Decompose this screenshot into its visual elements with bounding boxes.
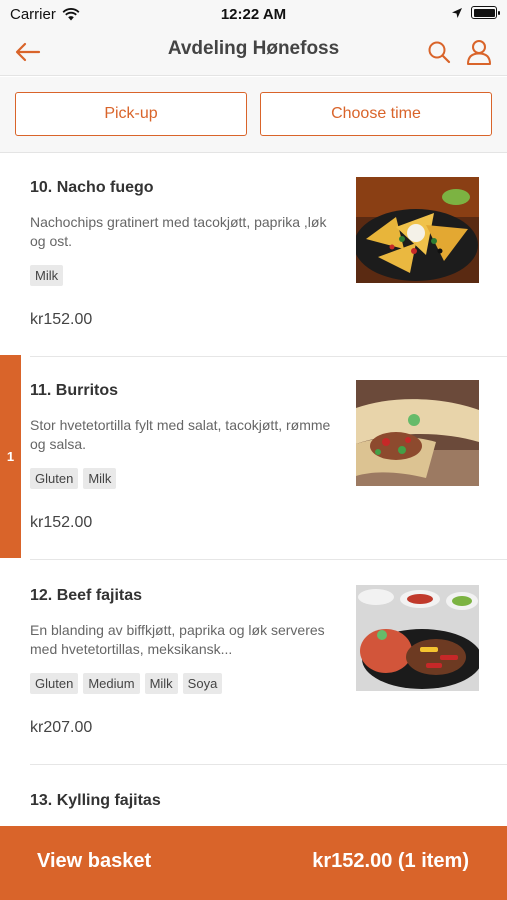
item-tags: Gluten Milk xyxy=(30,468,117,489)
menu-item[interactable]: 13. Kylling fajitas xyxy=(0,766,507,826)
allergen-tag: Gluten xyxy=(30,673,79,694)
item-title: 10. Nacho fuego xyxy=(30,179,154,196)
user-icon xyxy=(467,40,491,65)
item-description: Nachochips gratinert med tacokjøtt, papr… xyxy=(30,214,327,249)
menu-item[interactable]: 10. Nacho fuego Nachochips gratinert med… xyxy=(0,153,507,357)
allergen-tag: Milk xyxy=(83,468,117,489)
item-title: 13. Kylling fajitas xyxy=(30,792,161,809)
item-title: 12. Beef fajitas xyxy=(30,587,143,604)
item-tags: Gluten Medium Milk Soya xyxy=(30,673,223,694)
allergen-tag: Soya xyxy=(182,673,223,694)
nacho-dish-image xyxy=(356,177,479,283)
choose-time-button[interactable]: Choose time xyxy=(260,92,492,136)
item-description: Stor hvetetortilla fylt med salat, tacok… xyxy=(30,417,331,452)
allergen-tag: Milk xyxy=(30,265,64,286)
basket-total: kr152.00 (1 item) xyxy=(312,850,469,872)
burrito-dish-image xyxy=(356,380,479,486)
item-description: En blanding av biffkjøtt, paprika og løk… xyxy=(30,622,325,657)
menu-item[interactable]: 11. Burritos Stor hvetetortilla fylt med… xyxy=(0,356,507,560)
battery-icon xyxy=(471,6,500,19)
pickup-button[interactable]: Pick-up xyxy=(15,92,247,136)
location-arrow-icon xyxy=(452,7,462,18)
allergen-tag: Gluten xyxy=(30,468,79,489)
allergen-tag: Milk xyxy=(144,673,178,694)
view-basket-label: View basket xyxy=(37,850,152,872)
back-arrow-icon xyxy=(15,42,41,62)
item-price: kr152.00 xyxy=(30,311,93,328)
account-button[interactable] xyxy=(463,36,495,68)
divider xyxy=(30,559,507,560)
item-title: 11. Burritos xyxy=(30,382,119,399)
quantity-badge: 1 xyxy=(0,355,21,558)
item-price: kr152.00 xyxy=(30,514,93,531)
menu-item[interactable]: 12. Beef fajitas En blanding av biffkjøt… xyxy=(0,561,507,765)
divider xyxy=(30,764,507,765)
status-bar: Carrier 12:22 AM xyxy=(0,0,507,28)
back-button[interactable] xyxy=(12,36,44,68)
status-time: 12:22 AM xyxy=(220,6,287,23)
search-icon xyxy=(428,41,451,64)
spice-level-tag: Medium xyxy=(83,673,140,694)
search-button[interactable] xyxy=(423,36,455,68)
fajitas-dish-image xyxy=(356,585,479,691)
order-mode-bar: Pick-up Choose time xyxy=(0,77,507,153)
item-price: kr207.00 xyxy=(30,719,93,736)
item-tags: Milk xyxy=(30,265,64,286)
status-indicators xyxy=(451,6,500,19)
view-basket-bar[interactable]: View basket kr152.00 (1 item) xyxy=(0,826,507,900)
nav-bar: Avdeling Hønefoss xyxy=(0,28,507,76)
